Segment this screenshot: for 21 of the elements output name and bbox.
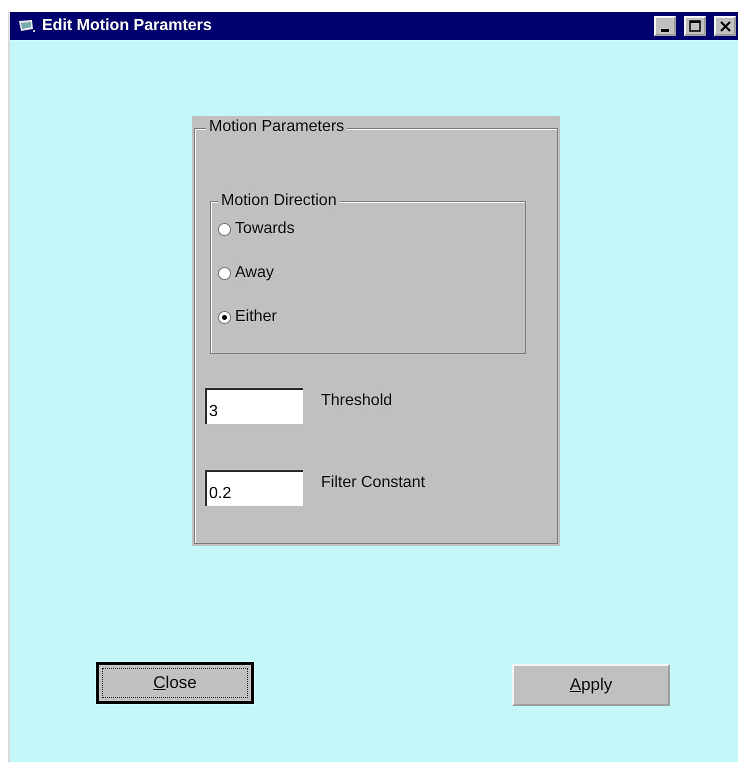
input-field[interactable]: 3 (205, 388, 303, 424)
maximize-button[interactable] (684, 16, 706, 36)
radio-button[interactable] (218, 310, 231, 324)
field-label: Threshold (321, 391, 392, 410)
window-title: Edit Motion Paramters (42, 17, 213, 35)
radio-dot-icon (222, 314, 227, 320)
radio-button[interactable] (218, 222, 231, 236)
radio-label: Away (235, 264, 274, 282)
radio-button[interactable] (218, 266, 231, 280)
dialog-button[interactable]: Close (96, 662, 254, 704)
close-button[interactable] (714, 16, 736, 36)
input-field[interactable]: 0.2 (205, 470, 303, 506)
minimize-button[interactable] (654, 16, 676, 36)
dialog-button[interactable]: Apply (512, 664, 670, 706)
field-label: Filter Constant (321, 473, 426, 492)
radio-label: Towards (235, 220, 295, 238)
maximize-icon (689, 20, 701, 32)
radio-label: Either (235, 308, 277, 326)
close-icon (720, 20, 730, 32)
app-icon (18, 19, 36, 33)
minimize-icon (661, 28, 669, 32)
